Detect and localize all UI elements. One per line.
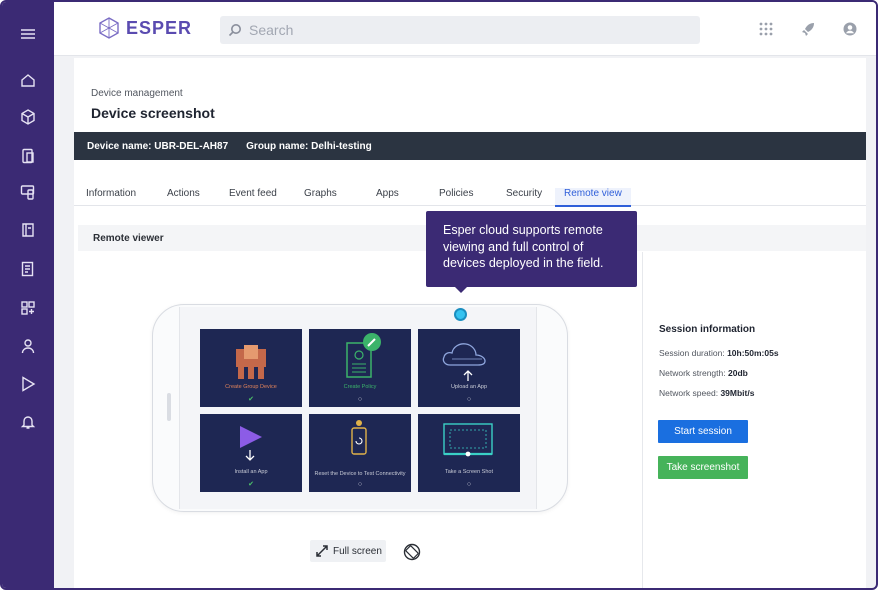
tab-policies[interactable]: Policies xyxy=(439,188,473,199)
pending-ring-icon: ○ xyxy=(357,481,363,488)
device-info-bar: Device name: UBR-DEL-AH87 Group name: De… xyxy=(74,132,866,160)
tile-label: Reset the Device to Test Connectivity xyxy=(314,470,406,477)
search-bar[interactable] xyxy=(220,16,700,44)
check-icon: ✔ xyxy=(248,481,254,488)
tile-take-screenshot[interactable]: Take a Screen Shot ○ xyxy=(418,414,520,492)
top-header: ESPER xyxy=(54,2,876,56)
tab-information[interactable]: Information xyxy=(86,188,136,199)
alert-bell-icon[interactable] xyxy=(12,408,44,436)
devices-icon[interactable] xyxy=(12,142,44,170)
fullscreen-button[interactable]: Full screen xyxy=(310,540,386,562)
breadcrumb[interactable]: Device management xyxy=(91,88,183,99)
device-name: Device name: UBR-DEL-AH87 xyxy=(87,140,229,152)
search-input[interactable] xyxy=(249,22,669,38)
rotate-screen-icon[interactable] xyxy=(403,543,421,561)
tooltip-pointer xyxy=(455,287,467,293)
pending-ring-icon: ○ xyxy=(466,396,472,403)
session-info-title: Session information xyxy=(659,324,756,335)
esper-logo-icon xyxy=(99,17,119,39)
page-title: Device screenshot xyxy=(91,105,215,121)
tile-create-group-device[interactable]: Create Group Device ✔ xyxy=(200,329,302,407)
tile-install-app[interactable]: Install an App ✔ xyxy=(200,414,302,492)
pending-ring-icon: ○ xyxy=(466,481,472,488)
feature-tooltip: Esper cloud supports remote viewing and … xyxy=(426,211,637,287)
panel-divider xyxy=(642,252,643,588)
tab-graphs[interactable]: Graphs xyxy=(304,188,337,199)
tile-label: Upload an App xyxy=(450,384,488,390)
tile-label: Take a Screen Shot xyxy=(444,469,493,475)
network-strength-label: Network strength: xyxy=(659,368,726,378)
app-window: ESPER Device management Device screensho… xyxy=(0,0,878,590)
pending-ring-icon: ○ xyxy=(357,396,363,403)
esper-logo[interactable]: ESPER xyxy=(98,17,192,39)
sidebar xyxy=(2,2,54,588)
apps-grid-icon[interactable] xyxy=(12,294,44,322)
play-store-icon[interactable] xyxy=(12,370,44,398)
touch-point-indicator xyxy=(454,308,467,321)
take-screenshot-button[interactable]: Take screenshot xyxy=(658,456,748,479)
start-session-button[interactable]: Start session xyxy=(658,420,748,443)
phone-frame: Create Group Device ✔ Create Policy ○ Up… xyxy=(152,304,568,512)
network-speed-label: Network speed: xyxy=(659,388,719,398)
apps-launcher-icon[interactable] xyxy=(757,20,775,38)
user-icon[interactable] xyxy=(12,332,44,360)
book-icon[interactable] xyxy=(12,216,44,244)
tile-label: Create Policy xyxy=(343,384,377,390)
network-speed: Network speed: 39Mbit/s xyxy=(659,388,754,398)
fullscreen-label: Full screen xyxy=(333,545,382,557)
session-duration: Session duration: 10h:50m:05s xyxy=(659,348,779,358)
rocket-icon[interactable] xyxy=(799,20,817,38)
expand-icon xyxy=(316,545,328,557)
tab-remote-view[interactable]: Remote view xyxy=(555,188,631,207)
check-icon: ✔ xyxy=(248,396,254,403)
tile-label: Install an App xyxy=(234,469,268,475)
group-name: Group name: Delhi-testing xyxy=(246,140,372,152)
menu-icon[interactable] xyxy=(12,20,44,48)
tab-event-feed[interactable]: Event feed xyxy=(229,188,277,199)
tab-actions[interactable]: Actions xyxy=(167,188,200,199)
session-duration-value: 10h:50m:05s xyxy=(727,348,779,358)
tile-create-policy[interactable]: Create Policy ○ xyxy=(309,329,411,407)
home-icon[interactable] xyxy=(12,66,44,94)
session-duration-label: Session duration: xyxy=(659,348,725,358)
tab-bar: Information Actions Event feed Graphs Ap… xyxy=(74,182,866,207)
search-icon xyxy=(228,24,241,37)
tile-label: Create Group Device xyxy=(225,384,277,390)
cube-icon[interactable] xyxy=(12,103,44,131)
network-strength: Network strength: 20db xyxy=(659,368,748,378)
phone-side-button xyxy=(167,393,171,421)
network-speed-value: 39Mbit/s xyxy=(720,388,755,398)
tab-security[interactable]: Security xyxy=(506,188,542,199)
tile-reset-device[interactable]: Reset the Device to Test Connectivity ○ xyxy=(309,414,411,492)
tab-apps[interactable]: Apps xyxy=(376,188,399,199)
account-icon[interactable] xyxy=(841,20,859,38)
phone-tablet-icon[interactable] xyxy=(12,178,44,206)
logo-text: ESPER xyxy=(126,17,193,38)
tile-upload-app[interactable]: Upload an App ○ xyxy=(418,329,520,407)
report-icon[interactable] xyxy=(12,255,44,283)
device-screen[interactable]: Create Group Device ✔ Create Policy ○ Up… xyxy=(179,307,537,509)
network-strength-value: 20db xyxy=(728,368,748,378)
